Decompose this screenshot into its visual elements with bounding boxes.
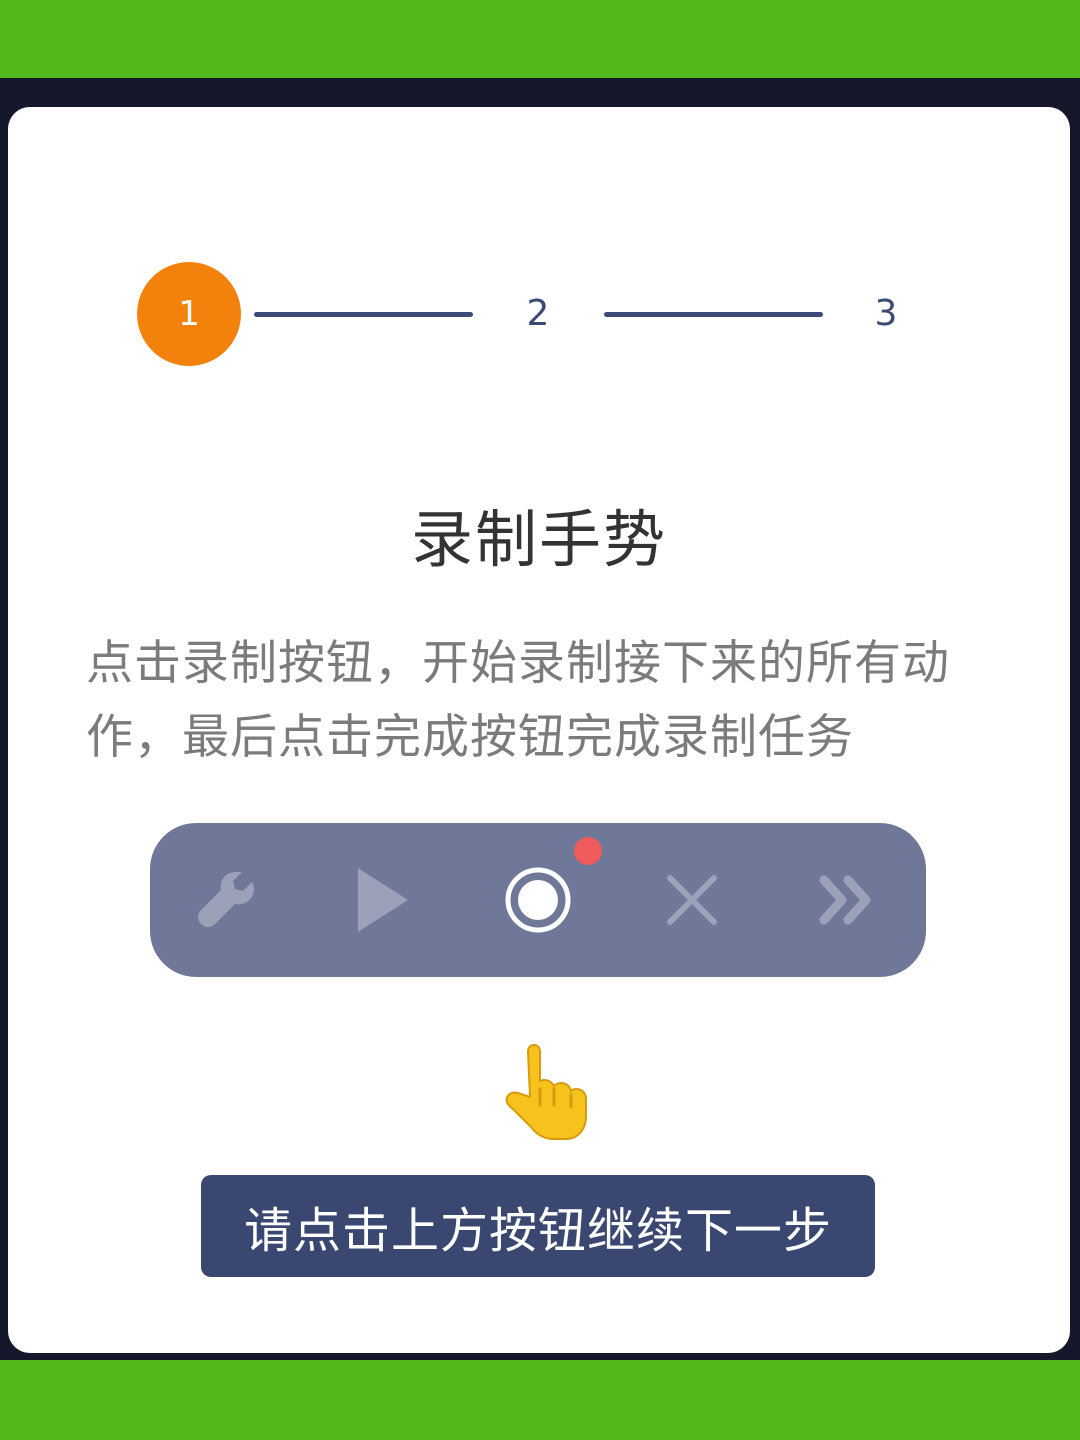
step-indicator-2: 2 (526, 293, 550, 334)
wrench-icon (198, 872, 254, 927)
step-connector-1 (254, 312, 473, 317)
recording-indicator-dot (574, 837, 602, 865)
record-icon (505, 867, 571, 933)
step-indicator-3: 3 (874, 293, 898, 334)
gesture-recording-dialog: 1 2 3 录制手势 点击录制按钮，开始录制接下来的所有动作，最后点击完成按钮完… (8, 107, 1070, 1353)
close-icon (667, 875, 717, 925)
step-connector-2 (604, 312, 823, 317)
pointing-hand-icon (486, 1039, 596, 1149)
play-button[interactable] (342, 860, 422, 940)
dialog-description: 点击录制按钮，开始录制接下来的所有动作，最后点击完成按钮完成录制任务 (86, 636, 950, 765)
fast-forward-button[interactable] (808, 860, 888, 940)
fast-forward-icon (819, 875, 871, 925)
step-1-label: 1 (178, 294, 200, 334)
step-indicator-1: 1 (137, 262, 241, 366)
close-button[interactable] (652, 860, 732, 940)
gesture-toolbar (150, 823, 926, 977)
settings-button[interactable] (188, 860, 268, 940)
play-icon (358, 868, 408, 932)
continue-hint-button[interactable]: 请点击上方按钮继续下一步 (201, 1175, 875, 1277)
dialog-title: 录制手势 (410, 503, 667, 576)
record-button[interactable] (498, 860, 578, 940)
